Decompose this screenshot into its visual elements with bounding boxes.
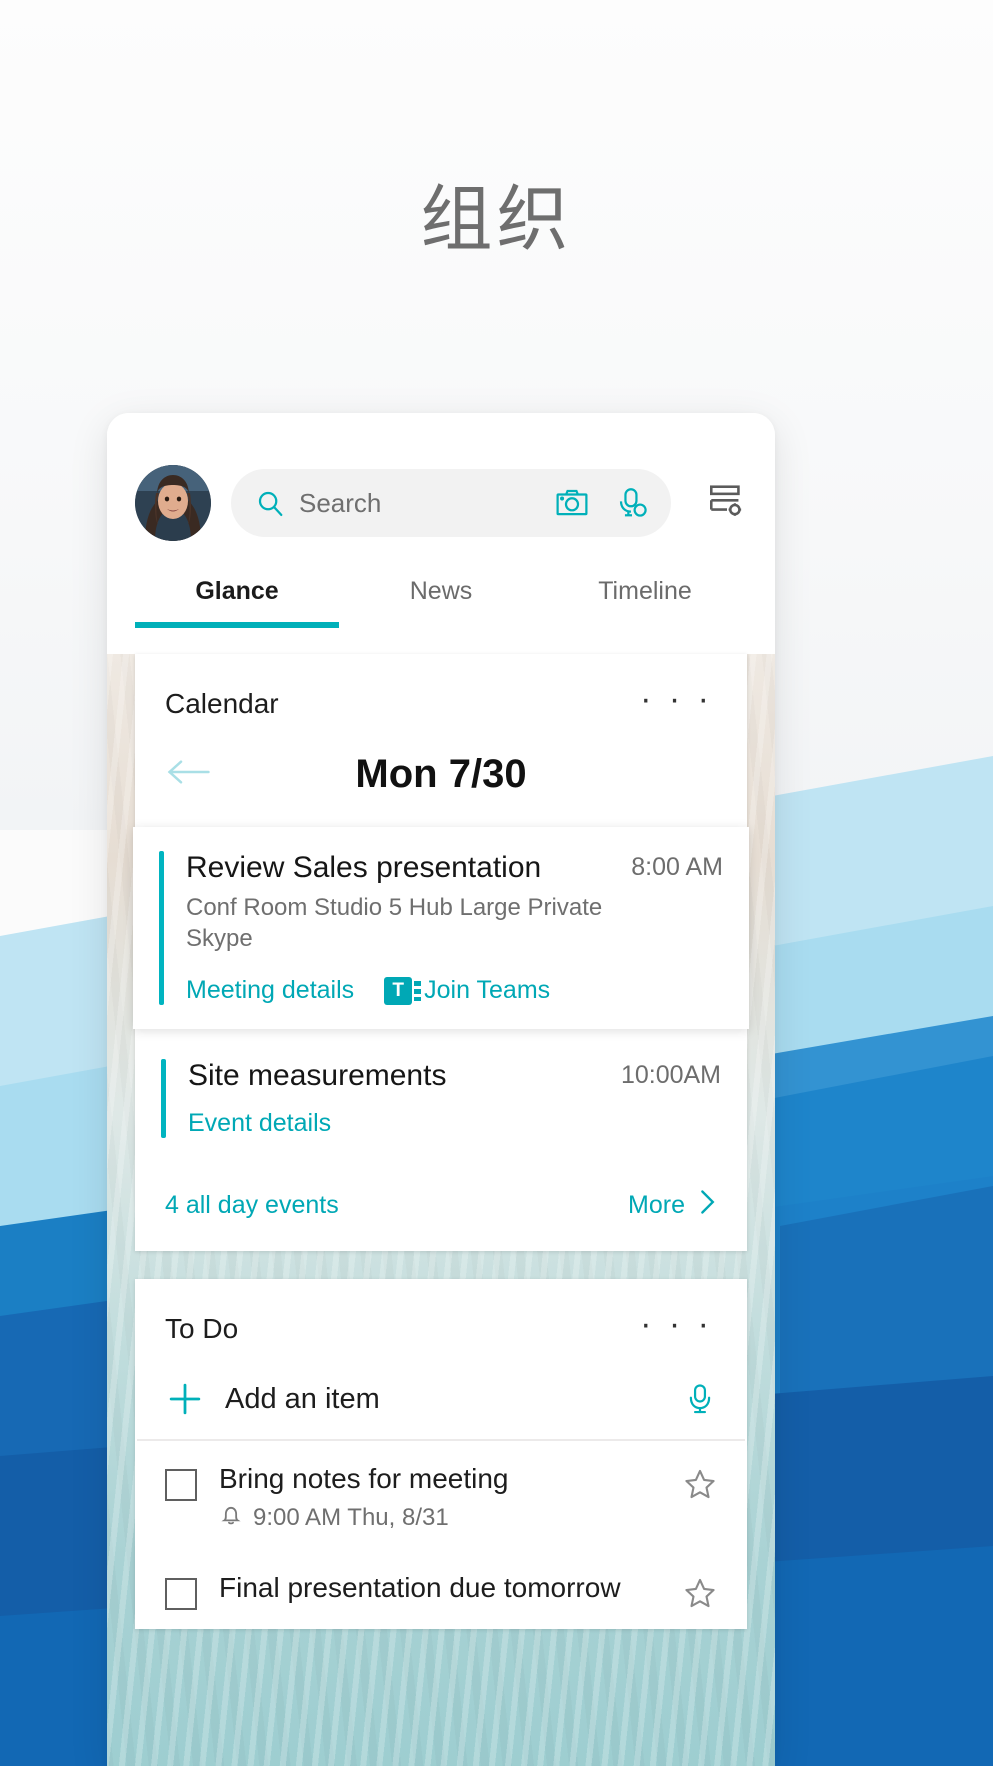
event-title: Site measurements <box>188 1059 447 1093</box>
todo-item-content: Bring notes for meeting 9:00 AM Thu, 8/3… <box>219 1463 661 1532</box>
todo-overflow-button[interactable]: · · · <box>636 1307 717 1351</box>
event-content: Site measurements Event details <box>188 1059 607 1138</box>
calendar-event-2[interactable]: Site measurements Event details 10:00AM <box>135 1029 747 1162</box>
todo-item-content: Final presentation due tomorrow <box>219 1572 661 1604</box>
search-placeholder: Search <box>299 487 382 518</box>
todo-item-1[interactable]: Bring notes for meeting 9:00 AM Thu, 8/3… <box>135 1441 747 1546</box>
star-icon[interactable] <box>683 1467 717 1506</box>
join-teams-label: Join Teams <box>424 976 551 1005</box>
todo-checkbox[interactable] <box>165 1578 197 1611</box>
app-body: Calendar · · · Mon 7/30 Review Sales pre… <box>107 654 775 1766</box>
todo-title: To Do <box>165 1313 239 1345</box>
more-label: More <box>628 1191 685 1220</box>
calendar-title: Calendar <box>165 688 279 719</box>
phone-mockup: Search Glance News Timeline Calendar · ·… <box>107 413 775 1766</box>
all-day-events-link[interactable]: 4 all day events <box>165 1191 339 1220</box>
bell-icon <box>219 1503 243 1532</box>
event-time: 8:00 AM <box>631 853 723 881</box>
todo-reminder-text: 9:00 AM Thu, 8/31 <box>253 1503 449 1531</box>
more-button[interactable]: More <box>628 1188 717 1223</box>
event-time: 10:00AM <box>620 1061 721 1090</box>
todo-checkbox[interactable] <box>165 1469 197 1502</box>
app-header: Search Glance News Timeline <box>107 413 775 628</box>
page-title: 组织 <box>420 177 573 261</box>
meeting-details-link[interactable]: Meeting details <box>186 976 354 1005</box>
tab-news-label: News <box>409 577 473 605</box>
back-arrow-icon[interactable] <box>165 757 213 792</box>
tab-glance-label: Glance <box>195 577 279 605</box>
tab-news[interactable]: News <box>339 577 543 628</box>
calendar-card: Calendar · · · Mon 7/30 Review Sales pre… <box>133 654 749 1252</box>
join-teams-button[interactable]: T Join Teams <box>384 976 550 1005</box>
todo-card: To Do · · · Add an item Bring notes for … <box>135 1279 747 1630</box>
event-links: Event details <box>188 1109 607 1138</box>
todo-card-header: To Do · · · <box>135 1279 747 1359</box>
calendar-card-footer: 4 all day events More <box>135 1162 747 1251</box>
todo-item-text: Bring notes for meeting <box>219 1463 509 1495</box>
voice-search-icon[interactable] <box>615 486 649 520</box>
microphone-icon[interactable] <box>685 1383 715 1415</box>
search-icon <box>255 488 285 518</box>
tab-timeline-label: Timeline <box>598 577 692 605</box>
calendar-date-row: Mon 7/30 <box>135 734 747 827</box>
search-row: Search <box>135 465 747 541</box>
event-details-link[interactable]: Event details <box>188 1109 331 1138</box>
chevron-right-icon <box>697 1188 717 1223</box>
plus-icon <box>167 1381 203 1417</box>
tab-timeline[interactable]: Timeline <box>543 577 747 628</box>
avatar-image <box>135 465 211 541</box>
event-accent-bar <box>161 1059 166 1139</box>
calendar-date: Mon 7/30 <box>355 752 527 796</box>
tab-bar: Glance News Timeline <box>135 577 747 628</box>
calendar-overflow-button[interactable]: · · · <box>636 682 717 726</box>
list-settings-icon[interactable] <box>707 481 747 526</box>
event-content: Review Sales presentation Conf Room Stud… <box>186 851 617 1005</box>
tab-glance[interactable]: Glance <box>135 577 339 628</box>
todo-item-text: Final presentation due tomorrow <box>219 1572 621 1604</box>
star-icon[interactable] <box>683 1576 717 1615</box>
todo-reminder: 9:00 AM Thu, 8/31 <box>219 1503 661 1532</box>
todo-item-2[interactable]: Final presentation due tomorrow <box>135 1546 747 1629</box>
camera-icon[interactable] <box>555 486 589 520</box>
add-item-label: Add an item <box>225 1382 380 1415</box>
calendar-card-header: Calendar · · · <box>135 654 747 734</box>
event-location: Conf Room Studio 5 Hub Large Private Sky… <box>186 894 603 952</box>
event-accent-bar <box>159 851 164 1006</box>
teams-icon: T <box>384 976 422 1005</box>
event-title: Review Sales presentation <box>186 851 542 884</box>
add-item-row[interactable]: Add an item <box>137 1359 745 1442</box>
search-input[interactable]: Search <box>231 469 671 537</box>
avatar[interactable] <box>135 465 211 541</box>
calendar-event-1[interactable]: Review Sales presentation Conf Room Stud… <box>133 827 749 1030</box>
event-links: Meeting details T Join Teams <box>186 976 617 1005</box>
